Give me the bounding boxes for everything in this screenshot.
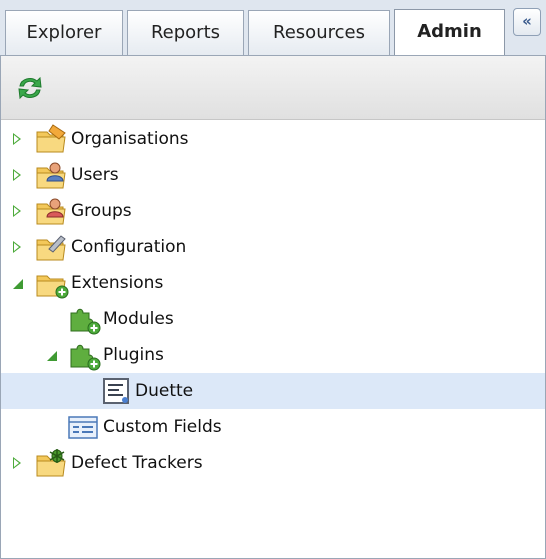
tree-item-label: Configuration [71, 237, 187, 257]
collapse-arrow-icon[interactable] [47, 351, 57, 361]
collapse-panel-button[interactable]: « [513, 8, 541, 36]
folder-extensions-icon [36, 275, 69, 299]
folder-defect-trackers-icon [36, 449, 66, 477]
tree-item-configuration[interactable]: Configuration [1, 229, 545, 265]
tree-item-label: Groups [71, 201, 132, 221]
expand-arrow-icon[interactable] [13, 205, 21, 217]
tree-item-label: Defect Trackers [71, 453, 203, 473]
tree-item-plugins[interactable]: Plugins [1, 337, 545, 373]
tree-item-organisations[interactable]: Organisations [1, 121, 545, 157]
tree-item-groups[interactable]: Groups [1, 193, 545, 229]
puzzle-plugins-icon [70, 344, 101, 371]
tree-item-users[interactable]: Users [1, 157, 545, 193]
tree-item-label: Organisations [71, 129, 189, 149]
tab-strip: Explorer Reports Resources Admin « [0, 0, 546, 55]
tree-item-label: Users [71, 165, 119, 185]
tab-explorer[interactable]: Explorer [5, 10, 123, 55]
collapse-arrow-icon[interactable] [13, 279, 23, 289]
tree-item-modules[interactable]: Modules [1, 301, 545, 337]
tree-item-extensions[interactable]: Extensions [1, 265, 545, 301]
refresh-icon[interactable] [14, 73, 46, 103]
tab-admin[interactable]: Admin [394, 9, 505, 55]
document-duette-icon [103, 378, 129, 404]
tree-item-label: Extensions [71, 273, 164, 293]
expand-arrow-icon[interactable] [13, 457, 21, 469]
tab-reports[interactable]: Reports [127, 10, 244, 55]
expand-arrow-icon[interactable] [13, 241, 21, 253]
tree-item-label: Duette [135, 381, 194, 401]
tree-item-duette[interactable]: Duette [1, 373, 545, 409]
tree-item-label: Custom Fields [103, 417, 222, 437]
folder-groups-icon [36, 198, 66, 225]
folder-organisations-icon [36, 124, 66, 153]
tree-item-defect-trackers[interactable]: Defect Trackers [1, 445, 545, 481]
tree-item-label: Plugins [103, 345, 164, 365]
admin-panel: Organisations Users Groups Configuration… [0, 55, 546, 559]
puzzle-modules-icon [70, 308, 101, 335]
folder-configuration-icon [36, 235, 66, 261]
folder-users-icon [36, 162, 66, 189]
tree-item-label: Modules [103, 309, 174, 329]
expand-arrow-icon[interactable] [13, 169, 21, 181]
expand-arrow-icon[interactable] [13, 133, 21, 145]
toolbar [1, 56, 545, 120]
tab-resources[interactable]: Resources [248, 10, 390, 55]
tree-item-custom-fields[interactable]: Custom Fields [1, 409, 545, 445]
form-custom-fields-icon [68, 416, 98, 439]
